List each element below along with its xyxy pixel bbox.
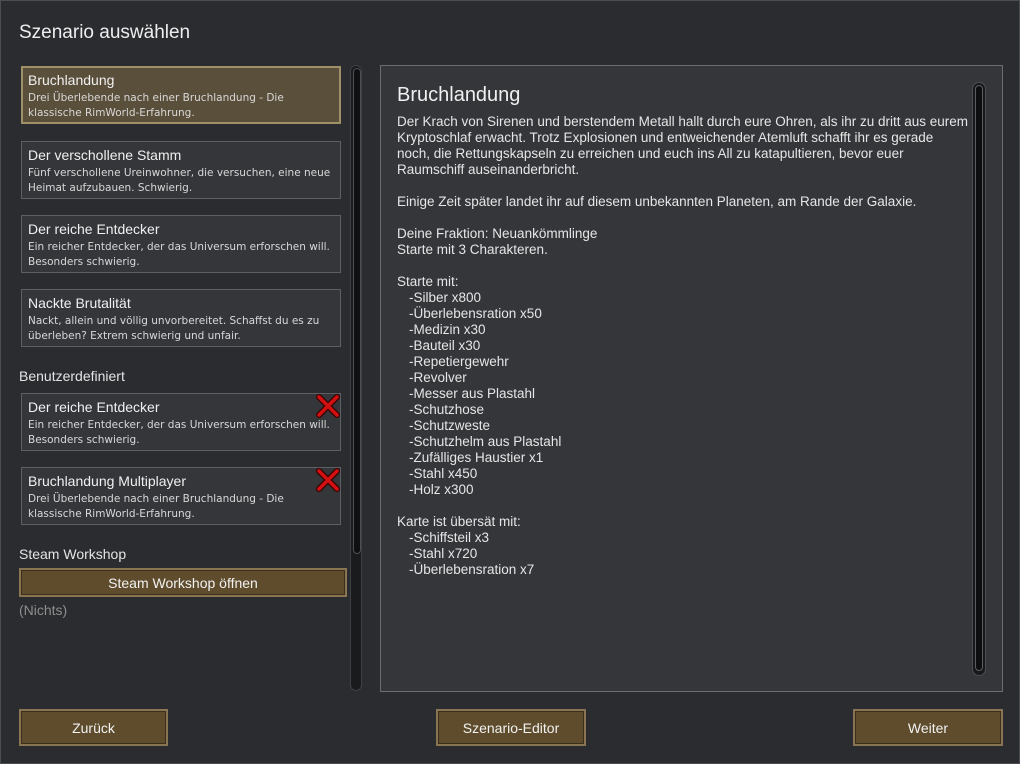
scenario-detail-panel: Bruchlandung Der Krach von Sirenen und b… bbox=[380, 65, 1003, 692]
list-item: -Messer aus Plastahl bbox=[409, 386, 536, 401]
scenario-name: Der reiche Entdecker bbox=[28, 221, 160, 237]
custom-scenario-item-bruchlandung-multiplayer[interactable]: Bruchlandung Multiplayer Drei Überlebend… bbox=[21, 467, 341, 525]
scenario-description: Ein reicher Entdecker, der das Universum… bbox=[28, 419, 330, 446]
list-item: -Silber x800 bbox=[409, 290, 482, 305]
custom-scenario-item-reiche-entdecker[interactable]: Der reiche Entdecker Ein reicher Entdeck… bbox=[21, 393, 341, 451]
list-item: -Schutzweste bbox=[409, 418, 491, 433]
detail-description: Der Krach von Sirenen und berstendem Met… bbox=[397, 114, 969, 594]
scenario-list-scrollbar[interactable] bbox=[350, 65, 362, 691]
custom-section-label: Benutzerdefiniert bbox=[19, 368, 125, 384]
list-item: -Schiffsteil x3 bbox=[409, 530, 490, 545]
scenario-editor-button[interactable]: Szenario-Editor bbox=[436, 709, 586, 746]
scenario-description: Drei Überlebende nach einer Bruchlandung… bbox=[28, 92, 284, 119]
scenario-name: Der reiche Entdecker bbox=[28, 399, 160, 415]
open-steam-workshop-button[interactable]: Steam Workshop öffnen bbox=[19, 568, 347, 597]
list-item: -Revolver bbox=[409, 370, 467, 385]
scenario-item-reiche-entdecker[interactable]: Der reiche Entdecker Ein reicher Entdeck… bbox=[21, 215, 341, 273]
list-item: -Bauteil x30 bbox=[409, 338, 481, 353]
detail-landing: Einige Zeit später landet ihr auf diesem… bbox=[397, 194, 917, 209]
scenario-description: Ein reicher Entdecker, der das Universum… bbox=[28, 241, 330, 268]
detail-start-count: Starte mit 3 Charakteren. bbox=[397, 242, 548, 257]
map-items-label: Karte ist übersät mit: bbox=[397, 514, 521, 529]
detail-scrollbar[interactable] bbox=[972, 82, 986, 676]
scenario-name: Bruchlandung Multiplayer bbox=[28, 473, 186, 489]
workshop-empty-text: (Nichts) bbox=[19, 602, 68, 618]
scenario-name: Der verschollene Stamm bbox=[28, 147, 182, 163]
list-item: -Überlebensration x50 bbox=[409, 306, 542, 321]
scenario-description: Nackt, allein und völlig unvorbereitet. … bbox=[28, 315, 320, 342]
scenario-name: Nackte Brutalität bbox=[28, 295, 131, 311]
list-item: -Schutzhelm aus Plastahl bbox=[409, 434, 562, 449]
start-with-label: Starte mit: bbox=[397, 274, 459, 289]
detail-faction: Deine Fraktion: Neuankömmlinge bbox=[397, 226, 598, 241]
delete-icon[interactable] bbox=[316, 468, 340, 492]
scenario-item-bruchlandung[interactable]: Bruchlandung Drei Überlebende nach einer… bbox=[21, 66, 341, 124]
workshop-section-label: Steam Workshop bbox=[19, 546, 127, 562]
list-item: -Überlebensration x7 bbox=[409, 562, 535, 577]
scenario-description: Drei Überlebende nach einer Bruchlandung… bbox=[28, 493, 284, 520]
list-item: -Repetiergewehr bbox=[409, 354, 509, 369]
scenario-item-verschollene-stamm[interactable]: Der verschollene Stamm Fünf verschollene… bbox=[21, 141, 341, 199]
scrollbar-thumb[interactable] bbox=[353, 68, 361, 554]
back-button[interactable]: Zurück bbox=[19, 709, 168, 746]
scenario-select-window: Szenario auswählen Bruchlandung Drei Übe… bbox=[0, 0, 1020, 764]
list-item: -Stahl x720 bbox=[409, 546, 478, 561]
list-item: -Holz x300 bbox=[409, 482, 474, 497]
list-item: -Schutzhose bbox=[409, 402, 485, 417]
scrollbar-thumb[interactable] bbox=[975, 85, 983, 671]
list-item: -Zufälliges Haustier x1 bbox=[409, 450, 544, 465]
start-items-list: -Silber x800 -Überlebensration x50 -Medi… bbox=[397, 290, 969, 498]
map-items-list: -Schiffsteil x3 -Stahl x720 -Überlebensr… bbox=[397, 530, 969, 578]
list-item: -Medizin x30 bbox=[409, 322, 486, 337]
next-button[interactable]: Weiter bbox=[853, 709, 1003, 746]
scenario-item-nackte-brutalitaet[interactable]: Nackte Brutalität Nackt, allein und völl… bbox=[21, 289, 341, 347]
window-title: Szenario auswählen bbox=[19, 22, 191, 43]
scenario-description: Fünf verschollene Ureinwohner, die versu… bbox=[28, 167, 331, 194]
detail-intro: Der Krach von Sirenen und berstendem Met… bbox=[397, 114, 969, 177]
detail-title: Bruchlandung bbox=[397, 84, 521, 106]
delete-icon[interactable] bbox=[316, 394, 340, 418]
list-item: -Stahl x450 bbox=[409, 466, 478, 481]
scenario-name: Bruchlandung bbox=[28, 72, 115, 88]
